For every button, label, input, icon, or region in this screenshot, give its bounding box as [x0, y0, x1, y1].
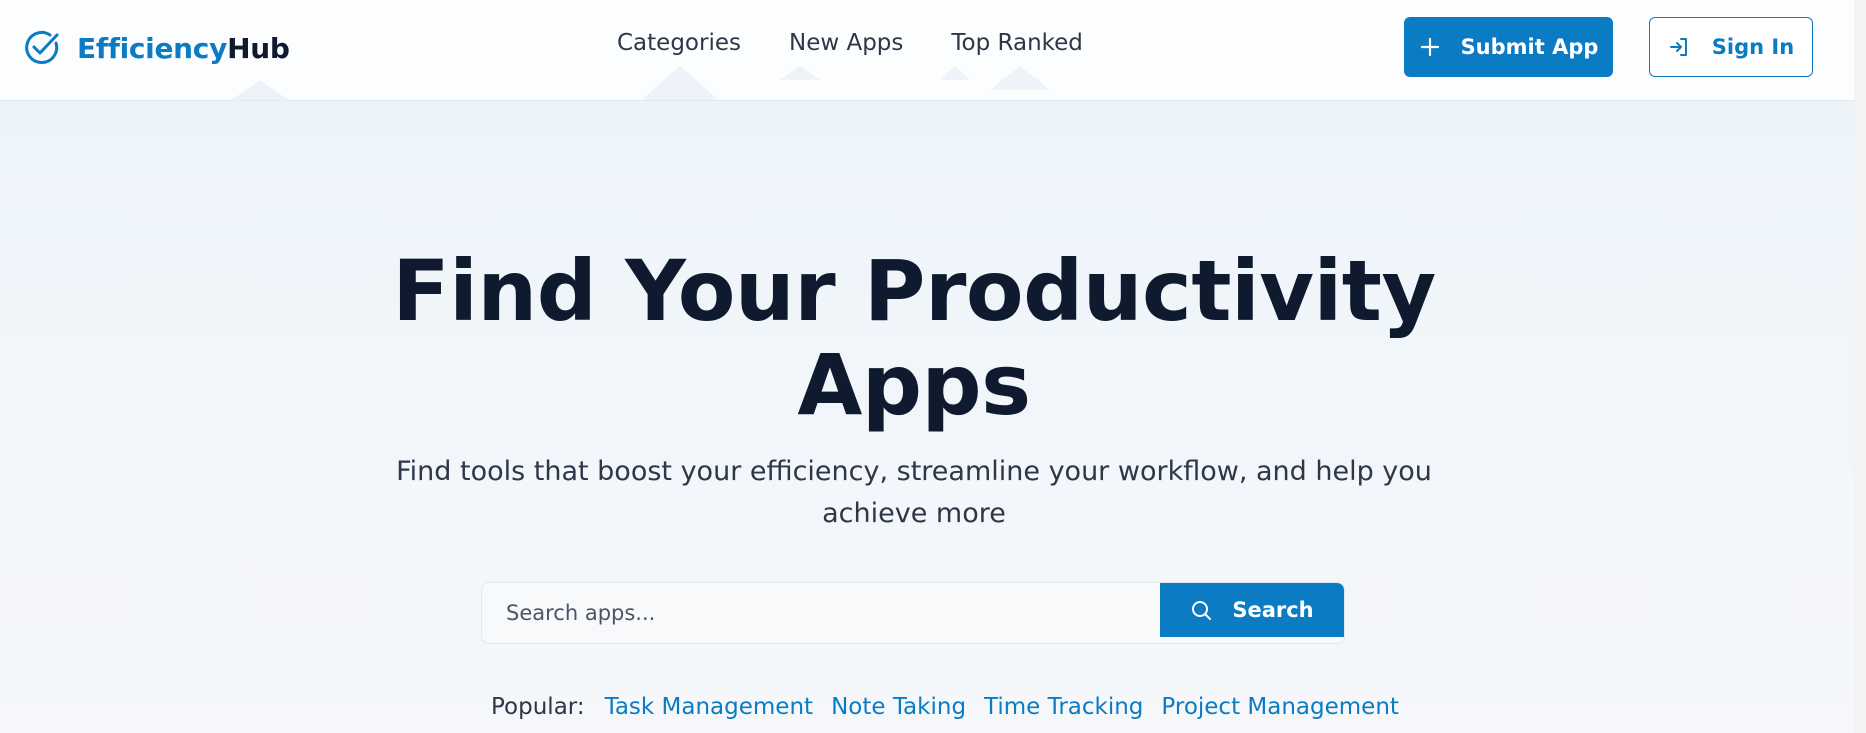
search-bar: Search — [481, 582, 1345, 644]
main-area: EfficiencyHub Categories New Apps Top Ra… — [0, 0, 1866, 733]
submit-app-button[interactable]: Submit App — [1404, 17, 1613, 77]
brand-name: EfficiencyHub — [77, 32, 290, 65]
plus-icon — [1420, 37, 1439, 57]
sign-in-button[interactable]: Sign In — [1649, 17, 1813, 77]
popular-tag-time-tracking[interactable]: Time Tracking — [984, 694, 1143, 720]
nav-link-new-apps[interactable]: New Apps — [789, 30, 903, 56]
popular-tag-project-management[interactable]: Project Management — [1161, 694, 1399, 720]
nav-link-top-ranked[interactable]: Top Ranked — [951, 30, 1083, 56]
popular-searches: Popular: Task Management Note Taking Tim… — [491, 694, 1399, 720]
popular-label: Popular: — [491, 694, 585, 720]
popular-tag-note-taking[interactable]: Note Taking — [831, 694, 966, 720]
brand-name-accent: Efficiency — [77, 31, 228, 65]
main-nav: Categories New Apps Top Ranked — [617, 30, 1083, 56]
sign-in-icon — [1669, 38, 1687, 56]
page-scrollbar[interactable] — [1854, 0, 1866, 733]
site-header: EfficiencyHub Categories New Apps Top Ra… — [0, 0, 1854, 101]
brand-name-rest: Hub — [227, 31, 290, 65]
search-icon — [1192, 601, 1212, 620]
hero-title: Find Your Productivity Apps — [0, 244, 1828, 432]
page: EfficiencyHub Categories New Apps Top Ra… — [0, 0, 1866, 733]
submit-app-label: Submit App — [1460, 35, 1599, 59]
hero-subtitle: Find tools that boost your efficiency, s… — [396, 456, 1432, 529]
search-input[interactable] — [482, 583, 1160, 643]
check-circle-icon — [25, 30, 59, 64]
nav-link-categories[interactable]: Categories — [617, 30, 741, 56]
sign-in-label: Sign In — [1711, 35, 1795, 59]
brand-logo[interactable]: EfficiencyHub — [23, 28, 290, 68]
popular-tag-task-management[interactable]: Task Management — [605, 694, 813, 720]
search-button-label: Search — [1232, 598, 1314, 622]
hero-title-line-1: Find Your Productivity — [392, 242, 1436, 340]
search-button[interactable]: Search — [1160, 583, 1344, 637]
hero-title-line-2: Apps — [797, 336, 1031, 434]
